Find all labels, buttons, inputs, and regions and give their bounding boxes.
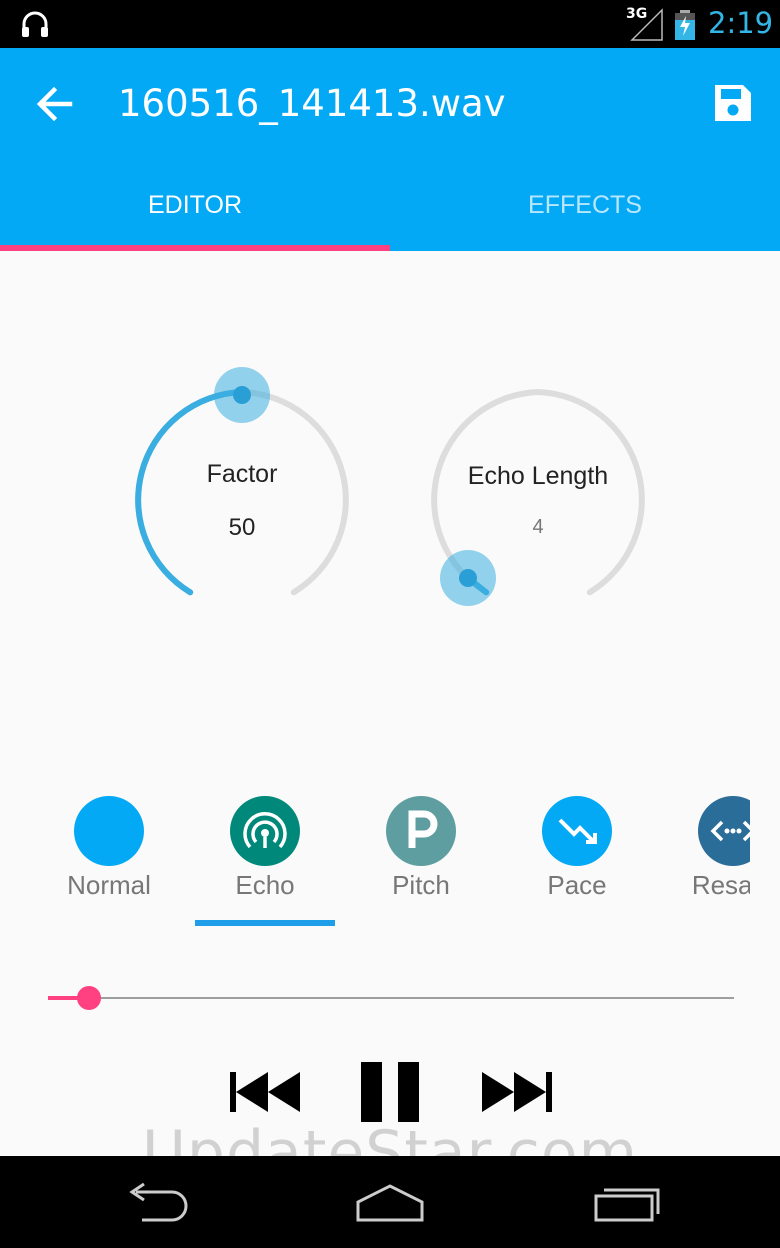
tab-editor[interactable]: EDITOR: [0, 181, 390, 251]
effect-resample-label: Resam: [691, 870, 750, 900]
factor-label: Factor: [206, 460, 278, 488]
signal-icon: [630, 8, 663, 41]
resample-icon: [698, 796, 750, 866]
effect-normal[interactable]: Normal: [31, 790, 187, 930]
effect-pace-label: Pace: [547, 870, 607, 900]
effect-echo-label: Echo: [235, 870, 295, 900]
save-icon[interactable]: [712, 82, 754, 124]
effect-selected-indicator: [195, 920, 335, 926]
page-title: 160516_141413.wav: [118, 82, 506, 125]
headset-icon: [22, 11, 48, 37]
effect-pitch[interactable]: Pitch: [343, 790, 499, 930]
navigation-bar: [0, 1156, 780, 1248]
factor-knob[interactable]: Factor 50: [122, 360, 362, 620]
factor-knob-dial: [135, 367, 349, 596]
tab-indicator: [0, 245, 390, 251]
echo-length-knob[interactable]: Echo Length 4: [418, 360, 658, 620]
effect-resample[interactable]: Resam: [655, 790, 750, 930]
skip-previous-icon[interactable]: [228, 1068, 304, 1116]
echo-length-label: Echo Length: [467, 462, 609, 490]
effect-echo[interactable]: Echo: [187, 790, 343, 930]
effect-pitch-label: Pitch: [392, 870, 450, 900]
pitch-p-icon: [386, 796, 456, 866]
app-bar: 160516_141413.wav EDITOR EFFECTS: [0, 48, 780, 251]
status-time: 2:19: [708, 6, 774, 40]
seek-track[interactable]: [48, 997, 734, 999]
effect-normal-label: Normal: [67, 870, 151, 900]
skip-next-icon[interactable]: [478, 1068, 554, 1116]
nav-back-icon[interactable]: [118, 1178, 198, 1226]
status-bar: 3G 2:19: [0, 0, 780, 48]
tab-effects-label: EFFECTS: [528, 191, 642, 219]
echo-length-value: 4: [532, 516, 544, 538]
nav-recents-icon[interactable]: [588, 1178, 668, 1226]
effect-pace[interactable]: Pace: [499, 790, 655, 930]
echo-broadcast-icon: [230, 796, 300, 866]
tab-editor-label: EDITOR: [148, 191, 242, 219]
battery-charging-icon: [675, 10, 695, 40]
pace-trend-down-icon: [542, 796, 612, 866]
nav-home-icon[interactable]: [350, 1178, 430, 1226]
arrow-back-icon[interactable]: [30, 84, 80, 124]
factor-value: 50: [228, 514, 256, 541]
effects-selector: Normal Echo Pitch Pace Resa: [0, 790, 750, 930]
normal-icon: [74, 796, 144, 866]
tab-effects[interactable]: EFFECTS: [390, 181, 780, 251]
pause-icon[interactable]: [358, 1060, 422, 1124]
seek-thumb[interactable]: [77, 986, 102, 1010]
